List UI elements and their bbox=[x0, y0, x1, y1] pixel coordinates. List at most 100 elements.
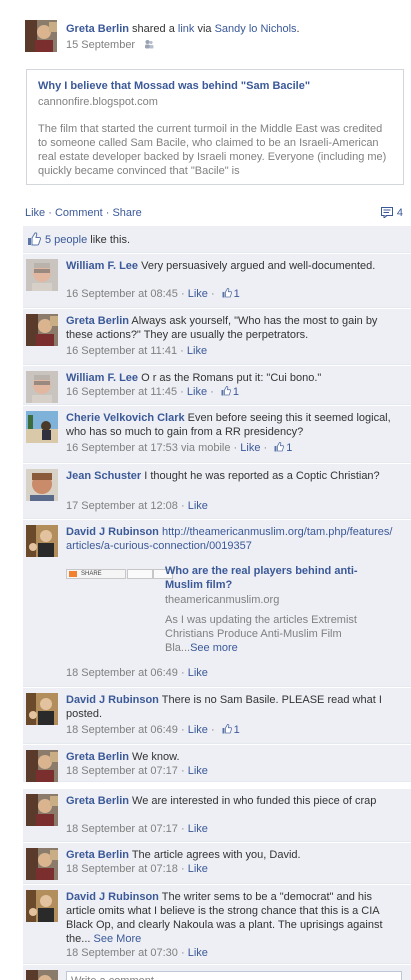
comment-bubble-icon bbox=[380, 207, 393, 220]
avatar[interactable] bbox=[26, 525, 58, 557]
comment-item: David J Rubinson The writer sems to be a… bbox=[23, 884, 411, 964]
comment-meta: 18 September at 07:30 · Like bbox=[66, 947, 208, 959]
comment-meta: 18 September at 06:49 · Like · 1 bbox=[66, 724, 240, 736]
shared-link-title[interactable]: Why I believe that Mossad was behind "Sa… bbox=[38, 80, 310, 92]
see-more-link[interactable]: See More bbox=[94, 933, 142, 945]
comment-text: The article agrees with you, David. bbox=[128, 849, 301, 861]
avatar[interactable] bbox=[26, 259, 58, 291]
story-meta: 15 September bbox=[66, 39, 154, 51]
comment-author[interactable]: Greta Berlin bbox=[66, 315, 129, 327]
avatar[interactable] bbox=[26, 890, 58, 922]
comment-action[interactable]: Comment bbox=[55, 207, 103, 219]
link-preview-title[interactable]: Who are the real players behind anti-Mus… bbox=[165, 564, 365, 592]
comment-likes-count[interactable]: 1 bbox=[234, 724, 240, 736]
comment-body: Greta Berlin The article agrees with you… bbox=[66, 848, 396, 862]
comment-time[interactable]: 18 September at 06:49 bbox=[66, 667, 178, 679]
avatar bbox=[26, 970, 58, 980]
comment-time[interactable]: 16 September at 11:45 bbox=[66, 386, 177, 398]
comment-author[interactable]: David J Rubinson bbox=[66, 891, 159, 903]
like-action[interactable]: Like bbox=[25, 207, 45, 219]
via-name-link[interactable]: Sandy lo Nichols bbox=[215, 23, 297, 35]
comment-like-link[interactable]: Like bbox=[188, 947, 208, 959]
avatar[interactable] bbox=[25, 20, 57, 52]
shared-link-description: The film that started the current turmoi… bbox=[38, 123, 387, 177]
share-services-icon[interactable] bbox=[127, 569, 153, 579]
comment-time[interactable]: 18 September at 07:30 bbox=[66, 947, 178, 959]
likes-summary: 5 people like this. bbox=[45, 234, 130, 246]
comment-item: Greta Berlin The article agrees with you… bbox=[23, 842, 411, 884]
comment-like-link[interactable]: Like bbox=[240, 442, 260, 454]
comment-like-link[interactable]: Like bbox=[188, 724, 208, 736]
avatar[interactable] bbox=[26, 750, 58, 782]
avatar[interactable] bbox=[26, 371, 58, 403]
comment-time[interactable]: 18 September at 06:49 bbox=[66, 724, 178, 736]
comment-time[interactable]: 16 September at 11:41 bbox=[66, 345, 177, 357]
comment-time[interactable]: 18 September at 07:17 bbox=[66, 765, 178, 777]
comment-likes-count[interactable]: 1 bbox=[286, 442, 292, 454]
comment-item: Greta Berlin We are interested in who fu… bbox=[23, 788, 411, 842]
comment-time[interactable]: 18 September at 07:17 bbox=[66, 823, 178, 835]
comment-like-link[interactable]: Like bbox=[188, 288, 208, 300]
share-button[interactable]: SHARE bbox=[66, 569, 126, 579]
comment-like-link[interactable]: Like bbox=[188, 823, 208, 835]
comment-meta: 18 September at 07:17 · Like bbox=[66, 823, 208, 835]
comment-like-link[interactable]: Like bbox=[188, 500, 208, 512]
story-date[interactable]: 15 September bbox=[66, 39, 135, 51]
comment-author[interactable]: Greta Berlin bbox=[66, 751, 129, 763]
comment-item: William F. Lee O r as the Romans put it:… bbox=[23, 365, 411, 405]
comment-author[interactable]: David J Rubinson bbox=[66, 694, 159, 706]
comment-count[interactable]: 4 bbox=[380, 207, 403, 220]
comment-item: David J Rubinson There is no Sam Basile.… bbox=[23, 687, 411, 744]
comment-author[interactable]: William F. Lee bbox=[66, 260, 138, 272]
comment-like-link[interactable]: Like bbox=[188, 765, 208, 777]
comment-time[interactable]: 16 September at 17:53 via mobile bbox=[66, 442, 231, 454]
shared-link-domain: cannonfire.blogspot.com bbox=[38, 96, 158, 108]
avatar[interactable] bbox=[26, 411, 58, 443]
comment-like-link[interactable]: Like bbox=[187, 345, 207, 357]
comment-author[interactable]: Cherie Velkovich Clark bbox=[66, 412, 185, 424]
comment-item: William F. Lee Very persuasively argued … bbox=[23, 253, 411, 308]
write-comment-input[interactable]: Write a comment... bbox=[66, 971, 402, 980]
comment-item: Greta Berlin We know. 18 September at 07… bbox=[23, 744, 411, 782]
comment-author[interactable]: Greta Berlin bbox=[66, 849, 129, 861]
comment-like-link[interactable]: Like bbox=[188, 863, 208, 875]
story-author-link[interactable]: Greta Berlin bbox=[66, 23, 129, 35]
comment-like-link[interactable]: Like bbox=[187, 386, 207, 398]
comment-likes-count[interactable]: 1 bbox=[234, 288, 240, 300]
share-icon bbox=[69, 571, 77, 577]
avatar[interactable] bbox=[26, 693, 58, 725]
comment-text: I thought he was reported as a Coptic Ch… bbox=[141, 470, 380, 482]
comment-author[interactable]: William F. Lee bbox=[66, 372, 138, 384]
comment-text: We know. bbox=[128, 751, 180, 763]
likes-count-link[interactable]: 5 people bbox=[45, 234, 87, 246]
comment-time[interactable]: 17 September at 12:08 bbox=[66, 500, 178, 512]
comment-body: Greta Berlin We are interested in who fu… bbox=[66, 794, 396, 808]
separator: · bbox=[45, 207, 55, 219]
comment-body: Greta Berlin We know. bbox=[66, 750, 396, 764]
comment-author[interactable]: Jean Schuster bbox=[66, 470, 141, 482]
comment-meta: 16 September at 11:45 · Like · 1 bbox=[66, 386, 239, 398]
link-preview[interactable]: Who are the real players behind anti-Mus… bbox=[165, 564, 365, 655]
friends-icon[interactable] bbox=[144, 39, 154, 49]
see-more-link[interactable]: See more bbox=[190, 642, 238, 654]
comment-text: O r as the Romans put it: "Cui bono." bbox=[138, 372, 322, 384]
avatar[interactable] bbox=[26, 848, 58, 880]
avatar[interactable] bbox=[26, 794, 58, 826]
comment-likes-count[interactable]: 1 bbox=[233, 386, 239, 398]
comment-author[interactable]: Greta Berlin bbox=[66, 795, 129, 807]
link-word[interactable]: link bbox=[178, 23, 195, 35]
comment-meta: 16 September at 08:45 · Like · 1 bbox=[66, 288, 240, 300]
avatar[interactable] bbox=[26, 314, 58, 346]
comment-time[interactable]: 16 September at 08:45 bbox=[66, 288, 178, 300]
comment-author[interactable]: David J Rubinson bbox=[66, 526, 159, 538]
comment-like-link[interactable]: Like bbox=[188, 667, 208, 679]
period: . bbox=[296, 23, 300, 35]
avatar[interactable] bbox=[26, 469, 58, 501]
separator: · bbox=[102, 207, 113, 219]
comment-text: Very persuasively argued and well-docume… bbox=[138, 260, 376, 272]
comment-item: Jean Schuster I thought he was reported … bbox=[23, 463, 411, 519]
comment-time[interactable]: 18 September at 07:18 bbox=[66, 863, 178, 875]
shared-link-box[interactable]: Why I believe that Mossad was behind "Sa… bbox=[26, 69, 404, 185]
share-action[interactable]: Share bbox=[112, 207, 141, 219]
comment-body: David J Rubinson The writer sems to be a… bbox=[66, 890, 396, 946]
